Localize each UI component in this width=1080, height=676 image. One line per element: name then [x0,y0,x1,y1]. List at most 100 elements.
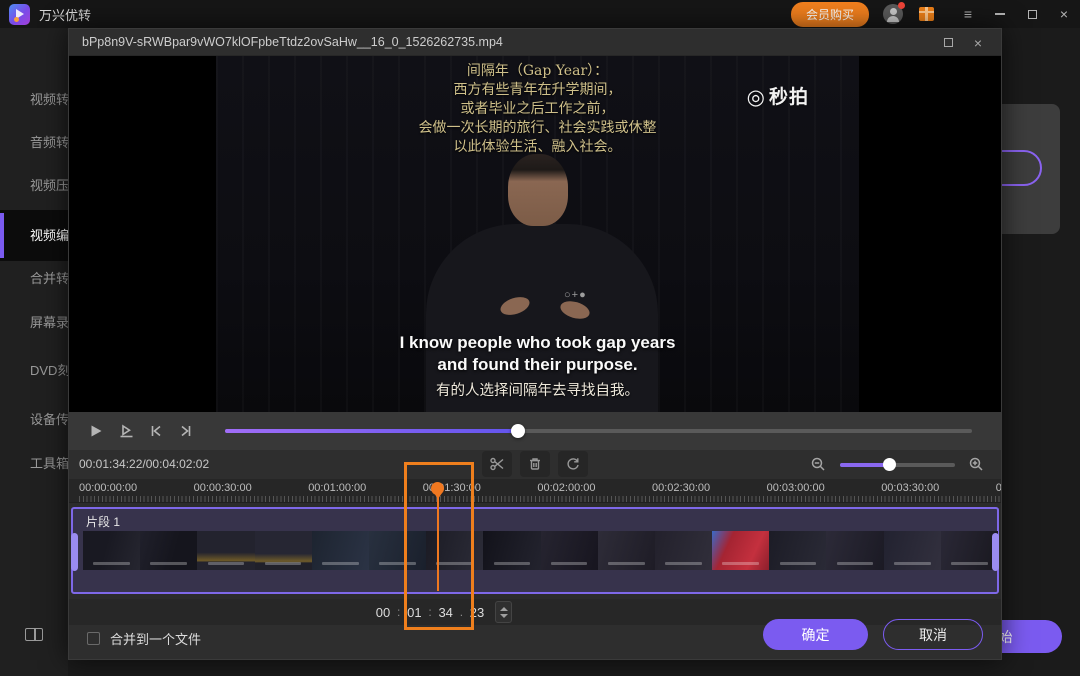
clip-thumbnail-7 [426,531,483,570]
caption-line: 间隔年（Gap Year）： [216,62,859,81]
ruler-label: 00:00:00:00 [79,482,137,494]
center-watermark: ○+● [564,289,587,301]
membership-button[interactable]: 会员购买 [791,2,869,27]
dialog-title: bPp8n9V-sRWBpar9vWO7klOFpbeTtdz2ovSaHw__… [82,35,503,49]
timeline-ruler[interactable]: 00:00:00:0000:00:30:0000:01:00:0000:01:3… [69,479,1001,503]
skip-to-end-icon[interactable] [173,418,199,444]
clip-thumbnail-2 [140,531,197,570]
cut-button[interactable] [482,451,512,477]
zoom-slider[interactable] [840,463,955,467]
timeline-zoom-controls [810,450,985,479]
sidebar-item-8[interactable]: 设备传 [0,408,68,432]
zoom-slider-thumb[interactable] [883,458,896,471]
dialog-titlebar: bPp8n9V-sRWBpar9vWO7klOFpbeTtdz2ovSaHw__… [69,29,1001,56]
merge-checkbox-label: 合并到一个文件 [110,629,201,648]
time-segment-4[interactable]: 23 [468,605,486,620]
book-icon[interactable] [25,628,43,641]
time-segment-2[interactable]: 01 [405,605,423,620]
time-separator: : [428,605,431,619]
ruler-label: 00:00:30:00 [194,482,252,494]
play-clip-icon[interactable] [113,418,139,444]
ruler-ticks [79,496,1001,502]
dialog-footer: 00:01:34.23 合并到一个文件 确定 取消 [69,599,1001,661]
stepper-down-icon[interactable] [500,614,508,618]
ruler-label: 00:02:00:00 [537,482,595,494]
zoom-out-icon[interactable] [810,456,827,473]
cancel-button[interactable]: 取消 [883,619,983,650]
ruler-label: 00:01:00:00 [308,482,366,494]
sidebar-item-3[interactable]: 视频压 [0,174,68,198]
dialog-close-button[interactable]: × [963,29,993,56]
sidebar-item-9[interactable]: 工具箱 [0,452,68,476]
clip-thumbnail-1 [83,531,140,570]
sidebar-item-7[interactable]: DVD刻 [0,359,68,383]
clip-thumbnail-9 [541,531,598,570]
timeline-area: 片段 1 [69,503,1001,599]
zoom-in-icon[interactable] [968,456,985,473]
zoom-slider-fill [840,463,889,467]
skip-to-start-icon[interactable] [143,418,169,444]
trim-handle-left[interactable] [71,533,78,571]
notification-dot [898,2,905,9]
ruler-label: 00:04:00:00 [996,482,1001,494]
ok-button[interactable]: 确定 [763,619,868,650]
clip-track[interactable]: 片段 1 [71,507,999,594]
merge-checkbox-row[interactable]: 合并到一个文件 [87,629,201,648]
time-separator: . [460,605,463,619]
close-button[interactable]: × [1048,0,1080,28]
caption-line: 会做一次长期的旅行、社会实践或休整 [216,119,859,138]
merge-checkbox[interactable] [87,632,100,645]
ruler-label: 00:03:00:00 [767,482,825,494]
play-icon[interactable] [83,418,109,444]
playhead-pin[interactable] [431,482,444,495]
maximize-button[interactable] [1016,0,1048,28]
dialog-maximize-button[interactable] [933,29,963,56]
clip-thumbnail-5 [312,531,369,570]
playhead-line[interactable] [437,497,439,591]
clip-thumbnail-16 [941,531,998,570]
time-segment-3[interactable]: 34 [437,605,455,620]
sidebar-item-1[interactable]: 视频转 [0,88,68,112]
miaopai-logo-icon: ◎ [747,86,766,109]
video-edit-dialog: bPp8n9V-sRWBpar9vWO7klOFpbeTtdz2ovSaHw__… [68,28,1002,660]
stepper-up-icon[interactable] [500,607,508,611]
trim-toolbar: 00:01:34:22/00:04:02:02 [69,450,1001,479]
clip-thumbnail-10 [598,531,655,570]
ruler-label: 00:02:30:00 [652,482,710,494]
sidebar-item-5[interactable]: 合并转 [0,267,68,291]
minimize-button[interactable] [984,0,1016,28]
app-title: 万兴优转 [39,5,91,24]
gift-icon[interactable] [919,7,934,21]
clip-thumbnail-3 [197,531,254,570]
clip-thumbnail-14 [826,531,883,570]
video-subtitles: I know people who took gap years and fou… [216,332,859,400]
delete-button[interactable] [520,451,550,477]
clip-thumbnail-13 [769,531,826,570]
trim-time-spinner: 00:01:34.23 [374,601,512,623]
miaopai-watermark: ◎秒拍 [747,82,809,110]
playback-progress-bar[interactable] [225,429,972,433]
app-titlebar: 万兴优转 会员购买 ≡ × [0,0,1080,28]
app-logo-icon [9,4,30,25]
clip-thumbnail-12 [712,531,769,570]
clip-label: 片段 1 [86,513,120,530]
video-frame: 间隔年（Gap Year）：西方有些青年在升学期间，或者毕业之后工作之前，会做一… [216,56,859,412]
progress-fill [225,429,518,433]
transport-bar [69,412,1001,450]
sidebar-item-6[interactable]: 屏幕录 [0,311,68,335]
reset-button[interactable] [558,451,588,477]
trim-handle-right[interactable] [992,533,999,571]
clip-thumbnails [83,531,998,570]
time-stepper[interactable] [495,601,512,623]
progress-thumb[interactable] [511,424,525,438]
user-avatar-icon[interactable] [883,4,903,24]
clip-thumbnail-6 [369,531,426,570]
caption-line: 以此体验生活、融入社会。 [216,138,859,157]
menu-icon[interactable]: ≡ [952,0,984,28]
time-segment-1[interactable]: 00 [374,605,392,620]
sidebar-item-4[interactable]: 视频编 [0,210,68,261]
clip-thumbnail-11 [655,531,712,570]
clip-thumbnail-8 [483,531,540,570]
sidebar-item-2[interactable]: 音频转 [0,131,68,155]
time-separator: : [397,605,400,619]
